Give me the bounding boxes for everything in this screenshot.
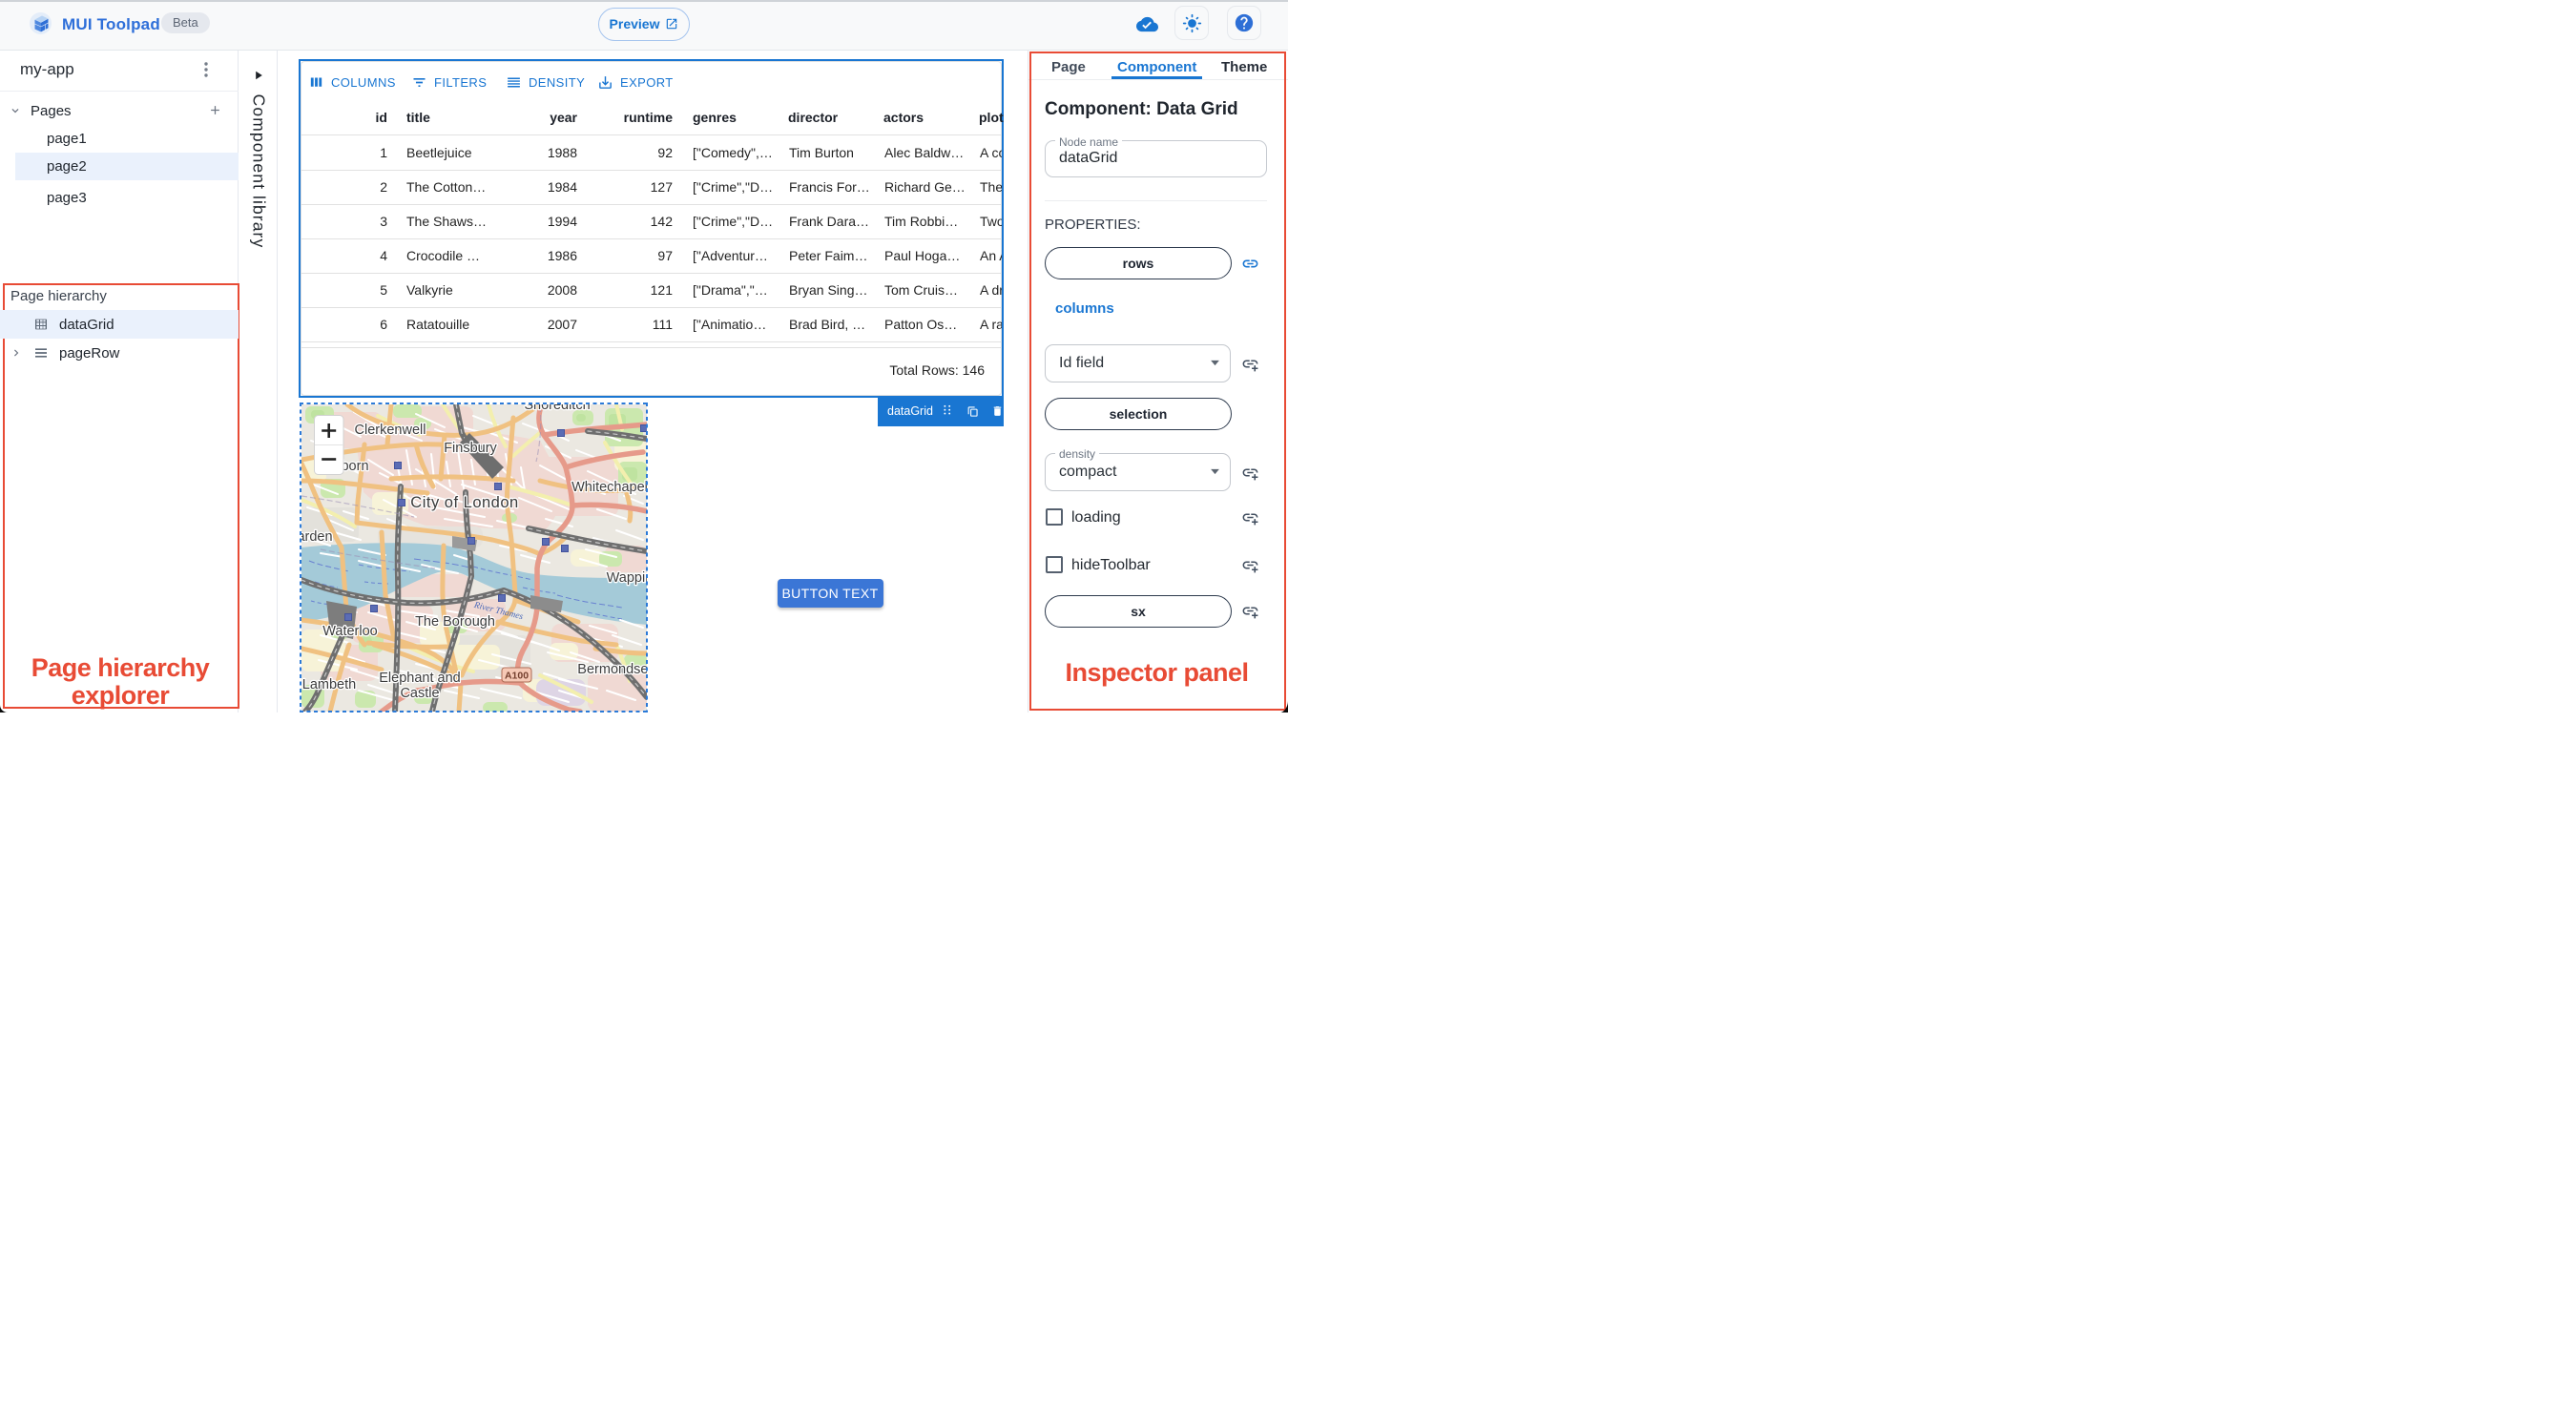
svg-text:born: born xyxy=(341,459,368,474)
svg-text:Wapping: Wapping xyxy=(606,570,646,586)
svg-text:Whitechapel: Whitechapel xyxy=(571,480,647,495)
svg-text:Shoreditch: Shoreditch xyxy=(524,404,590,413)
svg-text:The Borough: The Borough xyxy=(415,614,495,630)
svg-text:Castle: Castle xyxy=(400,686,439,701)
svg-text:arden: arden xyxy=(301,529,333,545)
svg-text:Clerkenwell: Clerkenwell xyxy=(354,423,426,438)
svg-text:Waterloo: Waterloo xyxy=(322,624,377,639)
svg-text:Elephant and: Elephant and xyxy=(379,671,460,686)
svg-text:City of London: City of London xyxy=(410,494,518,511)
svg-text:Finsbury: Finsbury xyxy=(444,441,497,456)
svg-text:Bermondsey: Bermondsey xyxy=(577,662,647,677)
svg-text:A100: A100 xyxy=(504,670,528,681)
svg-text:Lambeth: Lambeth xyxy=(301,677,355,692)
